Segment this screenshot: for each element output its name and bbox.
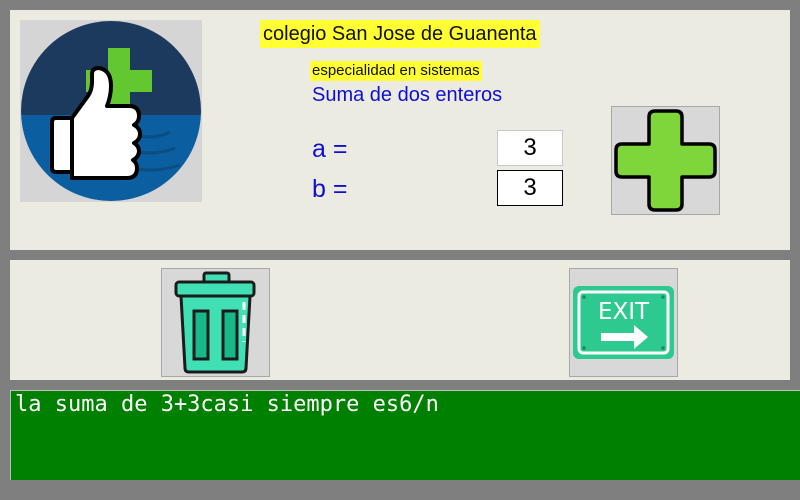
label-b: b = — [312, 175, 348, 203]
exit-button[interactable]: EXIT — [569, 268, 678, 377]
input-a[interactable] — [497, 130, 563, 166]
school-logo — [20, 20, 202, 202]
label-a: a = — [312, 135, 348, 163]
plus-icon — [614, 109, 717, 212]
clear-button[interactable] — [161, 268, 270, 377]
thumbs-up-logo-icon — [21, 21, 201, 201]
exit-sign-icon: EXIT — [573, 286, 674, 359]
specialty-label: especialidad en sistemas — [310, 61, 482, 81]
trash-icon — [174, 271, 256, 374]
exit-sign-text: EXIT — [598, 299, 650, 325]
add-button[interactable] — [611, 106, 720, 215]
output-area[interactable]: la suma de 3+3casi siempre es6/n — [10, 390, 800, 480]
school-title: colegio San Jose de Guanenta — [260, 20, 540, 48]
input-b[interactable] — [497, 170, 563, 206]
page-subtitle: Suma de dos enteros — [312, 84, 503, 106]
